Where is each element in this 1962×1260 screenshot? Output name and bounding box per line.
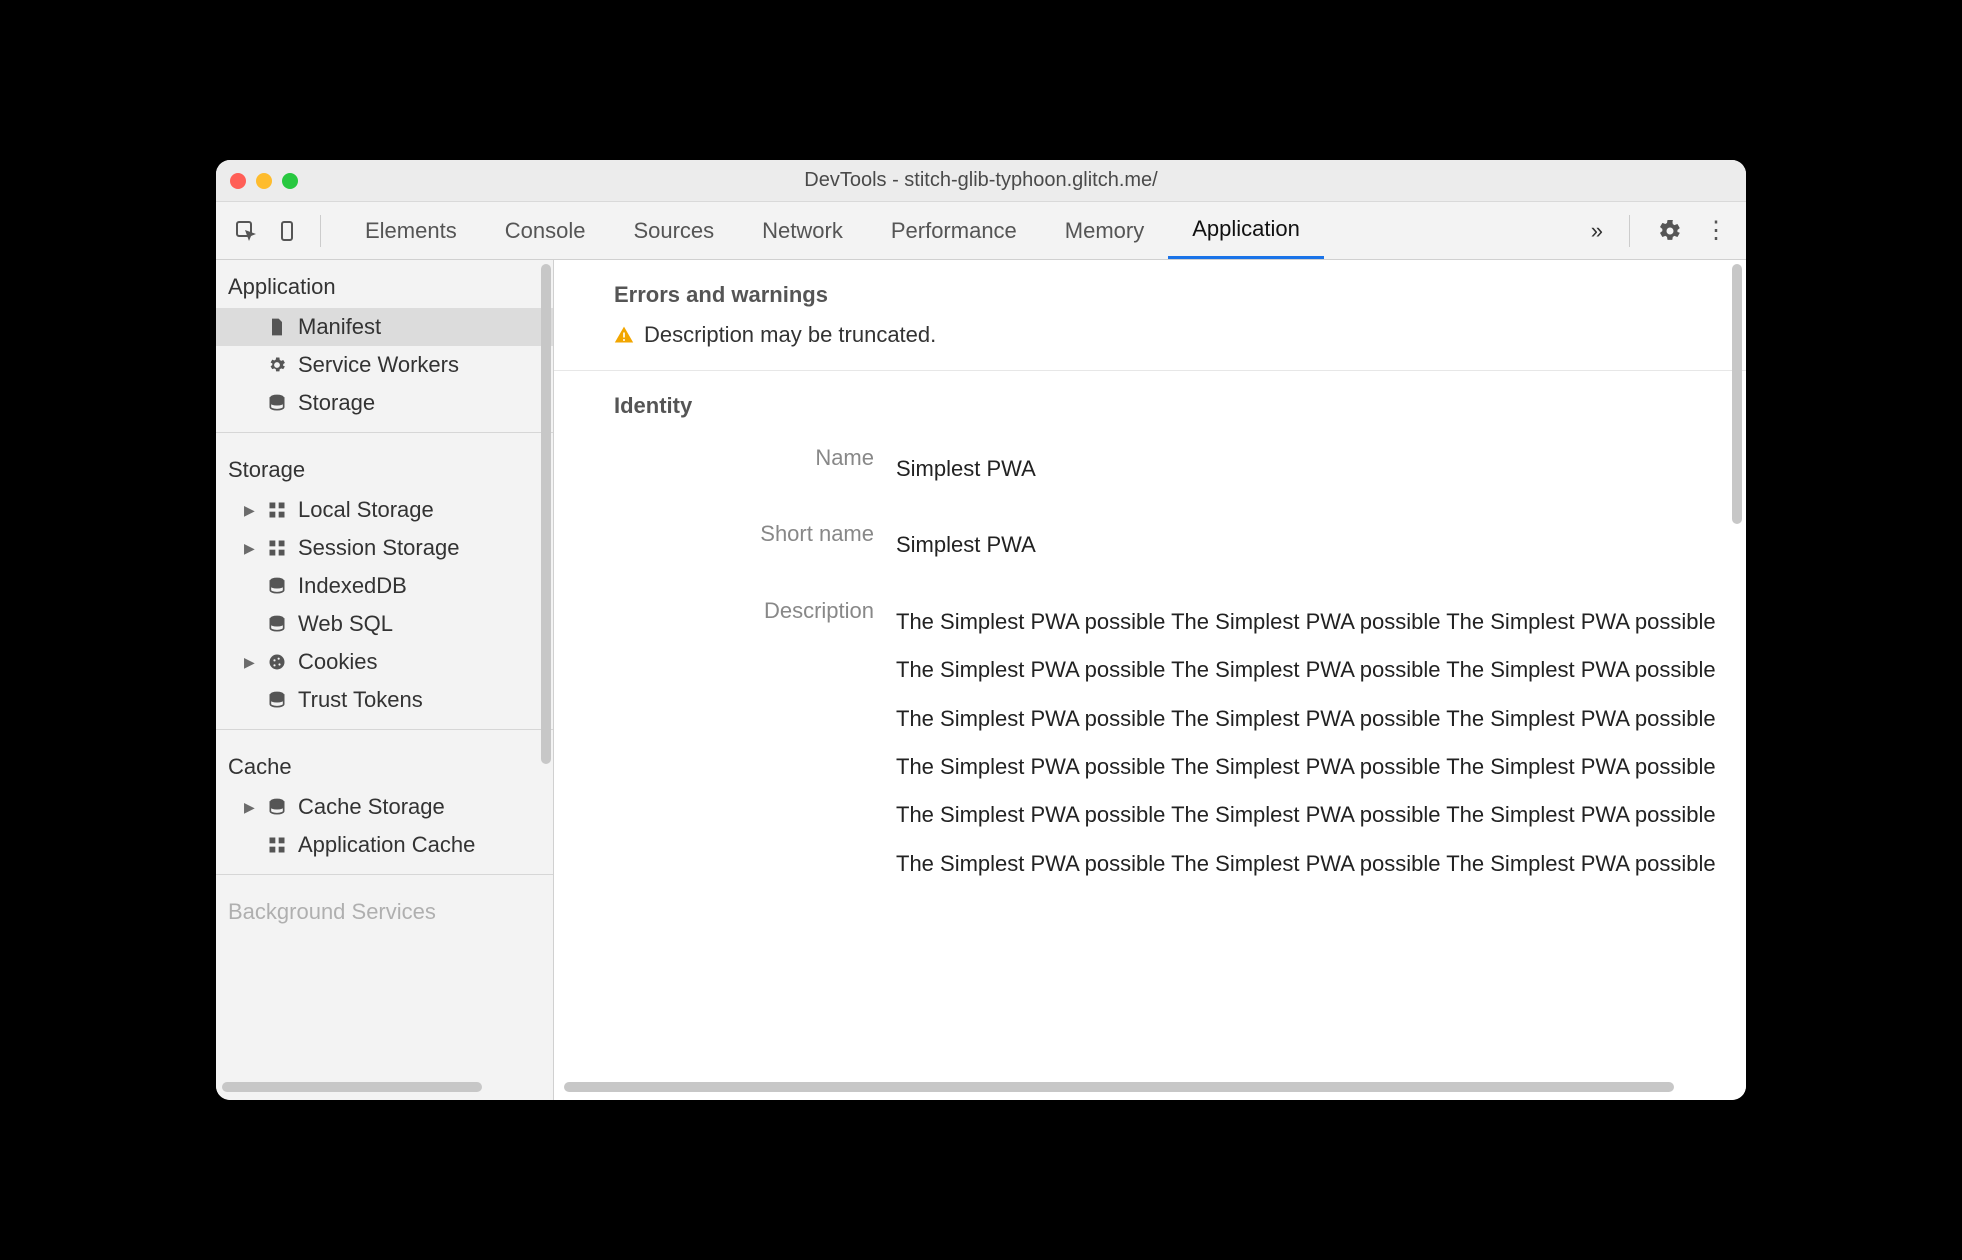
expand-arrow-icon[interactable]: ▶: [244, 540, 256, 557]
manifest-main-pane[interactable]: Errors and warnings Description may be t…: [554, 260, 1746, 1100]
database-icon: [266, 796, 288, 818]
warning-icon: [614, 325, 634, 345]
sidebar-item-manifest[interactable]: ▶Manifest: [216, 308, 553, 346]
grid-icon: [266, 499, 288, 521]
sidebar-scrollbar[interactable]: [541, 264, 551, 764]
minimize-window-button[interactable]: [256, 173, 272, 189]
sidebar-item-trust-tokens[interactable]: ▶Trust Tokens: [216, 681, 553, 719]
identity-shortname-label: Short name: [614, 521, 874, 569]
database-icon: [266, 689, 288, 711]
sidebar-item-label: Web SQL: [298, 611, 393, 637]
identity-name-value: Simplest PWA: [896, 445, 1724, 493]
sidebar-section-application: Application: [216, 260, 553, 308]
identity-section-heading: Identity: [614, 393, 1746, 419]
identity-description-value: The Simplest PWA possible The Simplest P…: [896, 598, 1724, 888]
sidebar-item-indexeddb[interactable]: ▶IndexedDB: [216, 567, 553, 605]
sidebar-item-label: Application Cache: [298, 832, 475, 858]
more-options-icon[interactable]: ⋮: [1700, 216, 1732, 245]
main-scrollbar[interactable]: [1732, 264, 1742, 524]
close-window-button[interactable]: [230, 173, 246, 189]
cookie-icon: [266, 651, 288, 673]
sidebar-item-label: Session Storage: [298, 535, 459, 561]
identity-grid: Name Simplest PWA Short name Simplest PW…: [614, 445, 1724, 888]
section-divider: [554, 370, 1746, 371]
sidebar-item-label: Trust Tokens: [298, 687, 423, 713]
overflow-tabs-button[interactable]: »: [1585, 218, 1609, 244]
sidebar-divider: [216, 729, 553, 730]
database-icon: [266, 613, 288, 635]
warning-row: Description may be truncated.: [614, 322, 1746, 348]
window-titlebar[interactable]: DevTools - stitch-glib-typhoon.glitch.me…: [216, 160, 1746, 202]
tab-console[interactable]: Console: [481, 202, 610, 259]
settings-icon[interactable]: [1654, 215, 1686, 247]
sidebar-item-label: Storage: [298, 390, 375, 416]
warning-text: Description may be truncated.: [644, 322, 936, 348]
tab-performance[interactable]: Performance: [867, 202, 1041, 259]
sidebar-horiz-scrollbar[interactable]: [222, 1082, 482, 1092]
tab-elements[interactable]: Elements: [341, 202, 481, 259]
zoom-window-button[interactable]: [282, 173, 298, 189]
sidebar-section-cache: Cache: [216, 740, 553, 788]
application-sidebar[interactable]: Application▶Manifest▶Service Workers▶Sto…: [216, 260, 554, 1100]
sidebar-item-service-workers[interactable]: ▶Service Workers: [216, 346, 553, 384]
tab-network[interactable]: Network: [738, 202, 867, 259]
identity-name-label: Name: [614, 445, 874, 493]
device-toggle-icon[interactable]: [272, 215, 304, 247]
expand-arrow-icon[interactable]: ▶: [244, 654, 256, 671]
traffic-lights: [230, 173, 298, 189]
sidebar-section-storage: Storage: [216, 443, 553, 491]
expand-arrow-icon[interactable]: ▶: [244, 799, 256, 816]
main-horiz-scrollbar[interactable]: [564, 1082, 1674, 1092]
identity-description-label: Description: [614, 598, 874, 888]
gear-icon: [266, 354, 288, 376]
tab-application[interactable]: Application: [1168, 202, 1324, 259]
sidebar-item-label: Cookies: [298, 649, 377, 675]
identity-shortname-value: Simplest PWA: [896, 521, 1724, 569]
sidebar-item-label: Service Workers: [298, 352, 459, 378]
sidebar-item-label: Local Storage: [298, 497, 434, 523]
devtools-window: DevTools - stitch-glib-typhoon.glitch.me…: [216, 160, 1746, 1100]
sidebar-section-background-services: Background Services: [216, 885, 553, 945]
sidebar-divider: [216, 874, 553, 875]
database-icon: [266, 392, 288, 414]
tab-memory[interactable]: Memory: [1041, 202, 1168, 259]
sidebar-item-cookies[interactable]: ▶ Cookies: [216, 643, 553, 681]
inspect-element-icon[interactable]: [230, 215, 262, 247]
panel-tabs: Elements Console Sources Network Perform…: [341, 202, 1324, 259]
grid-icon: [266, 834, 288, 856]
toolbar-separator: [320, 215, 321, 247]
errors-section-heading: Errors and warnings: [614, 282, 1746, 308]
file-icon: [266, 316, 288, 338]
tab-sources[interactable]: Sources: [609, 202, 738, 259]
sidebar-item-label: Cache Storage: [298, 794, 445, 820]
sidebar-divider: [216, 432, 553, 433]
sidebar-item-label: IndexedDB: [298, 573, 407, 599]
devtools-toolbar: Elements Console Sources Network Perform…: [216, 202, 1746, 260]
sidebar-item-storage[interactable]: ▶Storage: [216, 384, 553, 422]
toolbar-separator-right: [1629, 215, 1630, 247]
grid-icon: [266, 537, 288, 559]
window-title: DevTools - stitch-glib-typhoon.glitch.me…: [804, 169, 1157, 192]
expand-arrow-icon[interactable]: ▶: [244, 502, 256, 519]
database-icon: [266, 575, 288, 597]
sidebar-item-web-sql[interactable]: ▶Web SQL: [216, 605, 553, 643]
sidebar-item-application-cache[interactable]: ▶Application Cache: [216, 826, 553, 864]
devtools-body: Application▶Manifest▶Service Workers▶Sto…: [216, 260, 1746, 1100]
sidebar-item-local-storage[interactable]: ▶ Local Storage: [216, 491, 553, 529]
sidebar-item-label: Manifest: [298, 314, 381, 340]
sidebar-item-session-storage[interactable]: ▶ Session Storage: [216, 529, 553, 567]
sidebar-item-cache-storage[interactable]: ▶ Cache Storage: [216, 788, 553, 826]
